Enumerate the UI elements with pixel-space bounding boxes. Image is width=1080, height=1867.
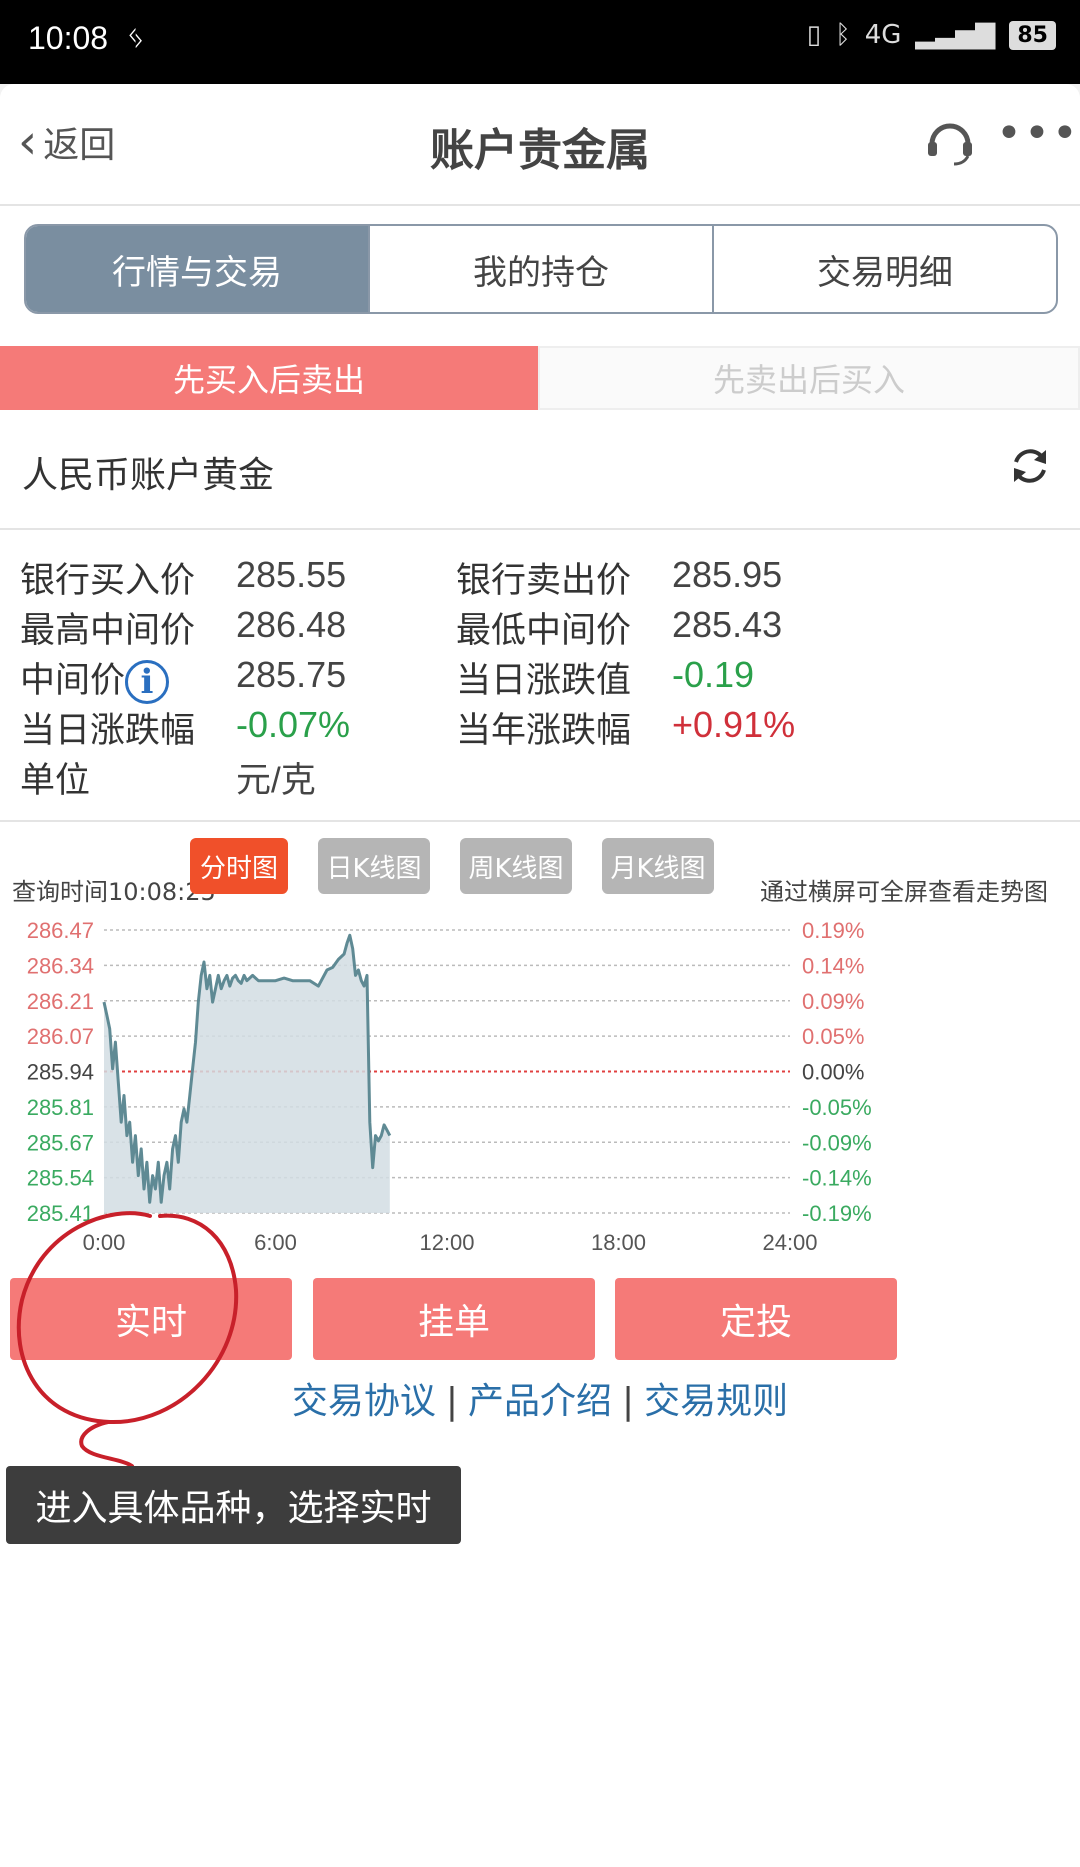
battery-icon: 85 [1009, 20, 1056, 50]
more-icon[interactable]: ••• [996, 108, 1080, 159]
y-tick-right: -0.09% [802, 1130, 872, 1155]
unit-value: 元/克 [236, 761, 316, 800]
status-icons: ▯ ᛒ 4G ▂▃▅▇ 85 [807, 20, 1056, 50]
day-change-label: 当日涨跌值 [456, 661, 632, 701]
tab-sell-first[interactable]: 先卖出后买入 [538, 346, 1080, 410]
low-mid-label: 最低中间价 [456, 611, 632, 651]
chart-tab-daily-k[interactable]: 日K线图 [318, 838, 430, 894]
signal-icon: ▂▃▅▇ [915, 20, 996, 50]
x-tick-label: 24:00 [762, 1230, 817, 1255]
high-mid-value: 286.48 [236, 604, 347, 645]
day-change-value: -0.19 [672, 654, 755, 695]
x-tick-label: 12:00 [419, 1230, 474, 1255]
y-tick-right: 0.00% [802, 1060, 864, 1085]
page-title: 账户贵金属 [430, 125, 650, 176]
product-header: 人民币账户黄金 [0, 410, 1080, 530]
network-type: 4G [864, 20, 902, 50]
y-tick-left: 286.47 [27, 918, 94, 943]
y-tick-right: -0.14% [802, 1166, 872, 1191]
link-product-intro[interactable]: 产品介绍 [468, 1381, 612, 1422]
bluetooth-icon: ᛒ [835, 20, 851, 50]
y-tick-right: 0.09% [802, 989, 864, 1014]
bank-sell-value: 285.95 [672, 554, 783, 595]
navbar: ‹ 返回 账户贵金属 ••• [0, 84, 1080, 206]
y-tick-left: 286.21 [27, 989, 94, 1014]
link-trade-rules[interactable]: 交易规则 [644, 1381, 788, 1422]
bank-sell-label: 银行卖出价 [456, 561, 632, 601]
mid-label-text: 中间价 [20, 661, 126, 701]
mid-price-value: 285.75 [236, 654, 347, 695]
auto-invest-button[interactable]: 定投 [615, 1278, 897, 1360]
y-tick-left: 285.94 [27, 1060, 94, 1085]
day-pct-value: -0.07% [236, 704, 351, 745]
y-tick-left: 285.67 [27, 1130, 94, 1155]
y-tick-right: -0.05% [802, 1095, 872, 1120]
product-name: 人民币账户黄金 [22, 455, 275, 496]
chart-tab-monthly-k[interactable]: 月K线图 [602, 838, 714, 894]
info-icon[interactable]: i [125, 660, 170, 704]
high-mid-label: 最高中间价 [20, 611, 196, 651]
x-tick-label: 18:00 [591, 1230, 646, 1255]
y-tick-left: 285.81 [27, 1095, 94, 1120]
y-tick-left: 285.54 [27, 1166, 94, 1191]
chart-tab-weekly-k[interactable]: 周K线图 [460, 838, 572, 894]
annotation-caption: 进入具体品种，选择实时 [6, 1466, 461, 1544]
y-tick-right: -0.19% [802, 1201, 872, 1226]
headset-icon[interactable] [924, 114, 976, 166]
annotation-circle [16, 1211, 239, 1468]
low-mid-value: 285.43 [672, 604, 783, 645]
year-pct-value: +0.91% [672, 704, 796, 745]
mid-price-label: 中间价 i [20, 652, 170, 704]
link-trade-agreement[interactable]: 交易协议 [292, 1381, 436, 1422]
tab-market-trade[interactable]: 行情与交易 [26, 226, 368, 312]
y-tick-right: 0.19% [802, 918, 864, 943]
y-tick-right: 0.05% [802, 1024, 864, 1049]
tab-buy-first[interactable]: 先买入后卖出 [0, 346, 538, 410]
status-bar: 10:08 ᛃ ▯ ᛒ 4G ▂▃▅▇ 85 [0, 0, 1080, 84]
segment-tabs: 行情与交易 我的持仓 交易明细 [24, 224, 1058, 314]
limit-order-button[interactable]: 挂单 [313, 1278, 595, 1360]
y-tick-left: 286.34 [27, 953, 94, 978]
chart-tab-intraday[interactable]: 分时图 [190, 838, 288, 894]
bank-buy-value: 285.55 [236, 554, 347, 595]
price-grid: 银行买入价 285.55 银行卖出价 285.95 最高中间价 286.48 最… [0, 530, 1080, 822]
direction-tabs: 先买入后卖出 先卖出后买入 [0, 346, 1080, 410]
link-separator: | [622, 1381, 635, 1422]
link-separator: | [445, 1381, 458, 1422]
tab-my-positions[interactable]: 我的持仓 [368, 226, 712, 312]
year-pct-label: 当年涨跌幅 [456, 711, 632, 751]
signal-swirl-icon: ᛃ [126, 18, 146, 56]
tab-trade-details[interactable]: 交易明细 [712, 226, 1056, 312]
unit-label: 单位 [20, 761, 91, 801]
vibrate-icon: ▯ [806, 20, 822, 50]
refresh-icon[interactable] [1008, 444, 1052, 488]
status-time: 10:08 [28, 20, 109, 56]
day-pct-label: 当日涨跌幅 [20, 711, 196, 751]
y-tick-right: 0.14% [802, 953, 864, 978]
bank-buy-label: 银行买入价 [20, 561, 196, 601]
y-tick-left: 286.07 [27, 1024, 94, 1049]
